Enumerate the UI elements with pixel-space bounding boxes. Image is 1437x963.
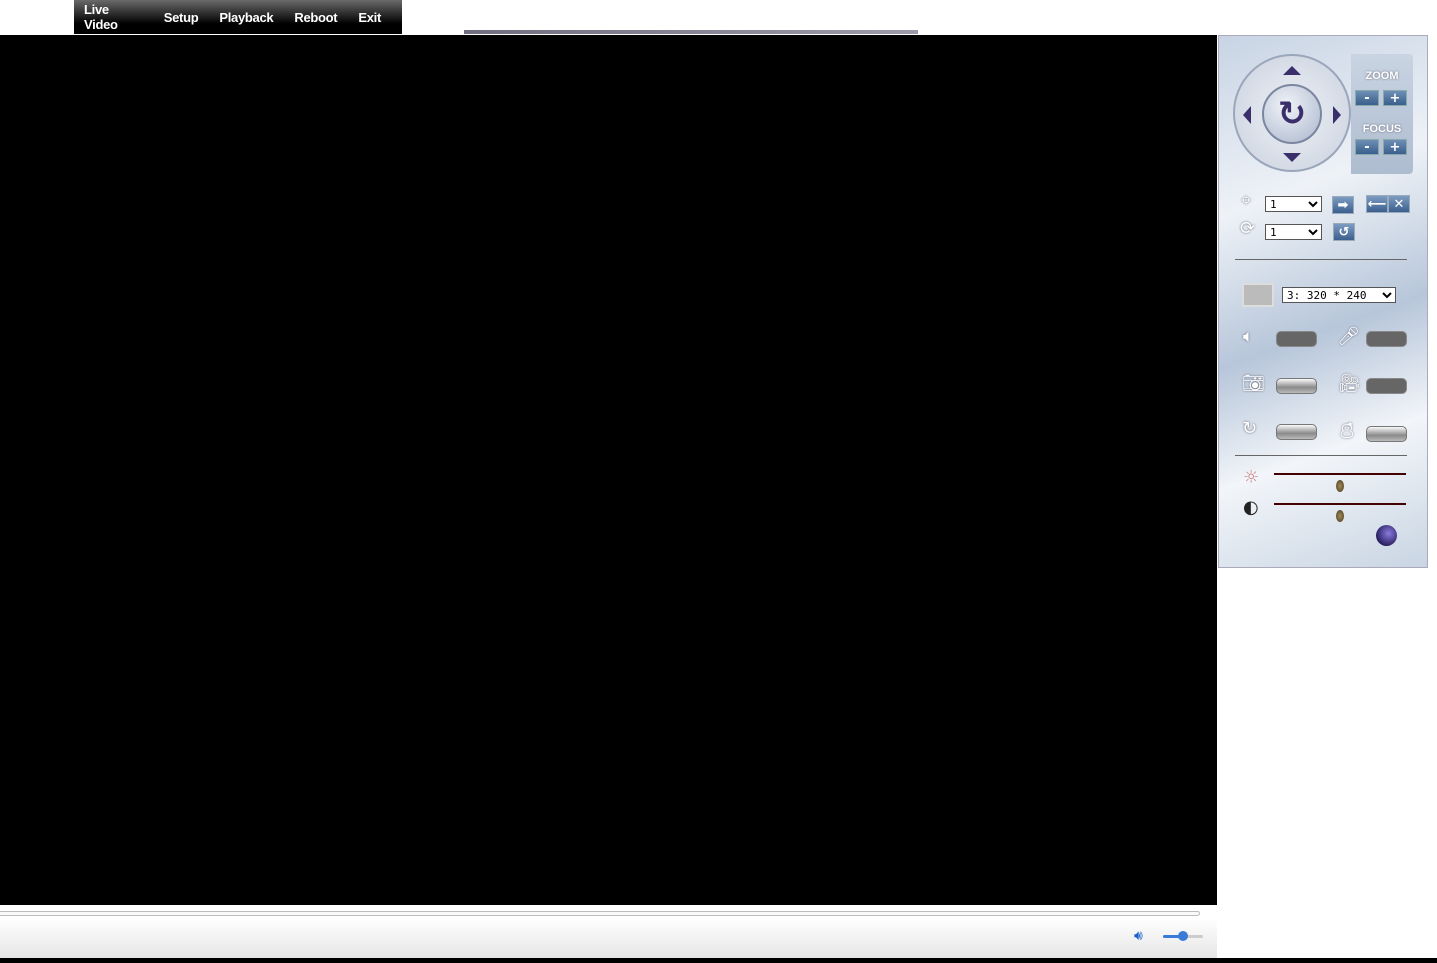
run-cruise-button[interactable]: ↺ [1333, 223, 1355, 241]
menu-playback[interactable]: Playback [219, 10, 273, 25]
set-preset-button[interactable]: ⟵ [1366, 195, 1388, 213]
flip-rotate-icon: ↻ [1242, 418, 1258, 439]
pan-left-arrow-icon[interactable] [1243, 106, 1251, 124]
top-divider-bar [464, 30, 918, 34]
cruise-icon: ⟳ [1240, 218, 1256, 239]
reset-default-button[interactable] [1376, 525, 1397, 546]
live-video-area[interactable] [0, 35, 1217, 905]
zoom-in-button[interactable]: + [1383, 90, 1407, 106]
contrast-icon: ◐ [1243, 497, 1259, 518]
mirror-icon: ⛄︎ [1338, 421, 1356, 442]
resolution-icon [1242, 283, 1274, 307]
menu-exit[interactable]: Exit [358, 10, 381, 25]
pan-right-arrow-icon[interactable] [1333, 106, 1341, 124]
menu-setup[interactable]: Setup [164, 10, 199, 25]
brightness-slider[interactable] [1274, 473, 1406, 475]
zoom-focus-group: ZOOM - + FOCUS - + [1351, 54, 1413, 174]
flip-button[interactable] [1276, 424, 1317, 440]
player-control-bar: 🔊︎ [0, 918, 1217, 958]
resolution-select[interactable]: 3: 320 * 240 [1282, 287, 1396, 303]
menu-reboot[interactable]: Reboot [294, 10, 337, 25]
snapshot-button[interactable] [1276, 378, 1317, 394]
goto-preset-button[interactable]: ➡ [1332, 196, 1354, 214]
contrast-knob[interactable] [1336, 510, 1344, 522]
brightness-knob[interactable] [1336, 480, 1344, 492]
preset-crosshair-icon: ⌖ [1241, 190, 1252, 211]
bottom-border [0, 958, 1437, 963]
seek-bar[interactable] [0, 911, 1200, 916]
focus-near-button[interactable]: - [1355, 139, 1379, 155]
ptz-center-button[interactable]: ↻ [1262, 84, 1322, 144]
top-menu: Live Video Setup Playback Reboot Exit [74, 0, 402, 34]
focus-far-button[interactable]: + [1383, 139, 1407, 155]
speaker-mute-icon: 🔈︎ [1243, 326, 1254, 347]
zoom-label: ZOOM [1365, 70, 1399, 82]
divider [1235, 455, 1407, 456]
cruise-select[interactable]: 1 [1265, 224, 1322, 240]
volume-icon[interactable]: 🔊︎ [1134, 928, 1143, 944]
microphone-icon: 🎤︎ [1337, 326, 1360, 347]
pan-up-arrow-icon[interactable] [1283, 66, 1301, 75]
snapshot-camera-icon: 📷︎ [1242, 373, 1265, 394]
talk-toggle-button[interactable] [1366, 331, 1407, 347]
volume-slider[interactable] [1163, 931, 1203, 941]
preset-select[interactable]: 1 [1265, 196, 1322, 212]
audio-toggle-button[interactable] [1276, 331, 1317, 347]
pan-down-arrow-icon[interactable] [1283, 153, 1301, 162]
volume-knob[interactable] [1178, 931, 1188, 941]
zoom-out-button[interactable]: - [1355, 90, 1379, 106]
menu-live-video[interactable]: Live Video [84, 2, 143, 32]
contrast-slider[interactable] [1274, 503, 1406, 505]
record-video-icon: 🎥︎ [1338, 373, 1361, 394]
ptz-direction-pad: ↻ [1233, 54, 1351, 172]
divider [1235, 259, 1407, 260]
brightness-icon: ☼ [1243, 467, 1260, 488]
mirror-button[interactable] [1366, 426, 1407, 442]
ptz-control-panel: ↻ ZOOM - + FOCUS - + ⌖ 1 ➡ ⟵ ✕ ⟳ 1 ↺ 3: … [1218, 35, 1428, 568]
delete-preset-button[interactable]: ✕ [1388, 195, 1410, 213]
focus-label: FOCUS [1362, 123, 1402, 135]
record-toggle-button[interactable] [1366, 378, 1407, 394]
